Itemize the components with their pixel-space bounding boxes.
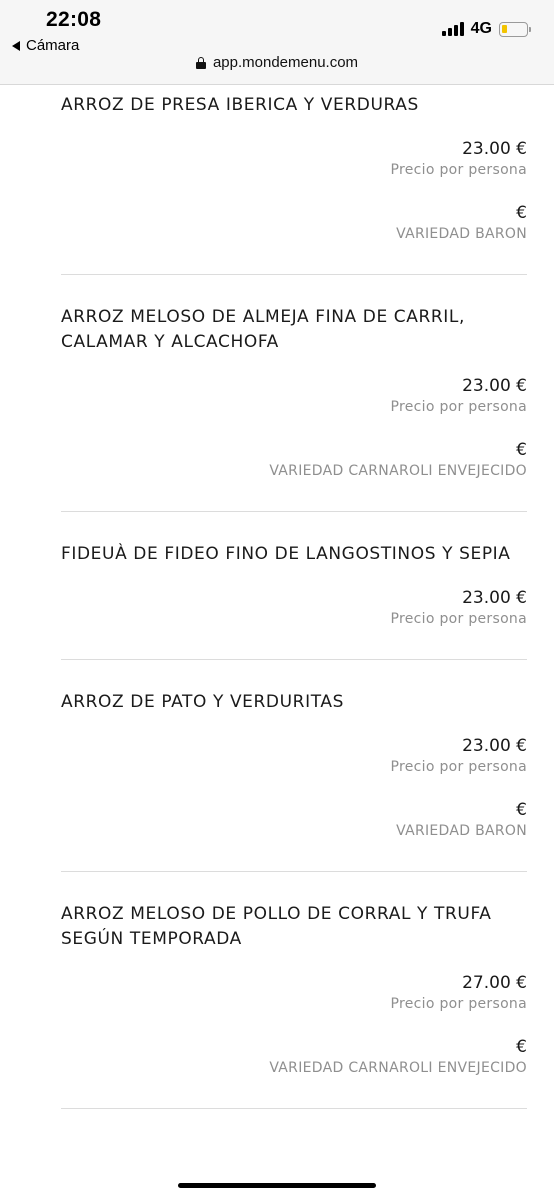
variety-block: € VARIEDAD BARON [61,799,527,841]
menu-list: ARROZ DE PRESA IBERICA Y VERDURAS 23.00 … [61,93,527,1139]
dish-price: 23.00 € [462,588,527,608]
dish-price: 23.00 € [462,376,527,396]
address-bar[interactable]: app.mondemenu.com [0,54,554,71]
variety-label: VARIEDAD CARNAROLI ENVEJECIDO [269,463,527,479]
variety-label: VARIEDAD CARNAROLI ENVEJECIDO [269,1060,527,1076]
battery-level [502,24,507,33]
price-block: 23.00 € Precio por persona [61,138,528,180]
variety-block: € VARIEDAD BARON [61,202,527,244]
dish-name: ARROZ DE PATO Y VERDURITAS [61,692,344,712]
item-divider [61,511,527,512]
item-divider [61,659,527,660]
menu-item[interactable]: ARROZ MELOSO DE ALMEJA FINA DE CARRIL, C… [61,305,527,512]
price-block: 23.00 € Precio por persona [61,375,528,417]
dish-name: ARROZ DE PRESA IBERICA Y VERDURAS [61,95,419,115]
url-text: app.mondemenu.com [212,54,359,71]
item-divider [61,871,527,872]
price-note: Precio por persona [390,759,527,775]
variety-label: VARIEDAD BARON [396,823,527,839]
item-divider [61,1108,527,1109]
variety-price: € [516,440,527,460]
variety-price: € [516,800,527,820]
variety-block: € VARIEDAD CARNAROLI ENVEJECIDO [61,439,527,481]
dish-price: 23.00 € [462,139,527,159]
battery-icon [499,21,531,37]
variety-block: € VARIEDAD CARNAROLI ENVEJECIDO [61,1036,527,1078]
price-block: 23.00 € Precio por persona [61,587,528,629]
price-note: Precio por persona [390,399,527,415]
dish-price: 23.00 € [462,736,527,756]
browser-chrome: 22:08 Cámara 4G app.mondemenu.com [0,0,554,85]
dish-name: ARROZ MELOSO DE POLLO DE CORRAL Y TRUFA … [61,904,492,949]
back-to-app-button[interactable]: Cámara [12,37,79,54]
dish-name: FIDEUÀ DE FIDEO FINO DE LANGOSTINOS Y SE… [61,544,511,564]
menu-item[interactable]: ARROZ DE PATO Y VERDURITAS 23.00 € Preci… [61,690,527,872]
price-block: 27.00 € Precio por persona [61,972,528,1014]
menu-item[interactable]: ARROZ MELOSO DE POLLO DE CORRAL Y TRUFA … [61,902,527,1109]
home-indicator [178,1183,376,1188]
dish-name: ARROZ MELOSO DE ALMEJA FINA DE CARRIL, C… [61,307,465,352]
item-divider [61,274,527,275]
variety-price: € [516,1037,527,1057]
variety-price: € [516,203,527,223]
back-arrow-icon [12,40,20,51]
network-type: 4G [470,20,492,37]
price-block: 23.00 € Precio por persona [61,735,528,777]
price-note: Precio por persona [390,996,527,1012]
price-note: Precio por persona [390,611,527,627]
cellular-signal-icon [441,22,464,36]
status-time: 22:08 [46,8,102,31]
price-note: Precio por persona [390,162,527,178]
variety-label: VARIEDAD BARON [396,226,527,242]
back-to-app-label: Cámara [26,37,80,54]
menu-item[interactable]: ARROZ DE PRESA IBERICA Y VERDURAS 23.00 … [61,93,527,275]
status-indicators: 4G [441,20,531,38]
menu-item[interactable]: FIDEUÀ DE FIDEO FINO DE LANGOSTINOS Y SE… [61,542,527,660]
dish-price: 27.00 € [462,973,527,993]
lock-icon [195,56,206,69]
